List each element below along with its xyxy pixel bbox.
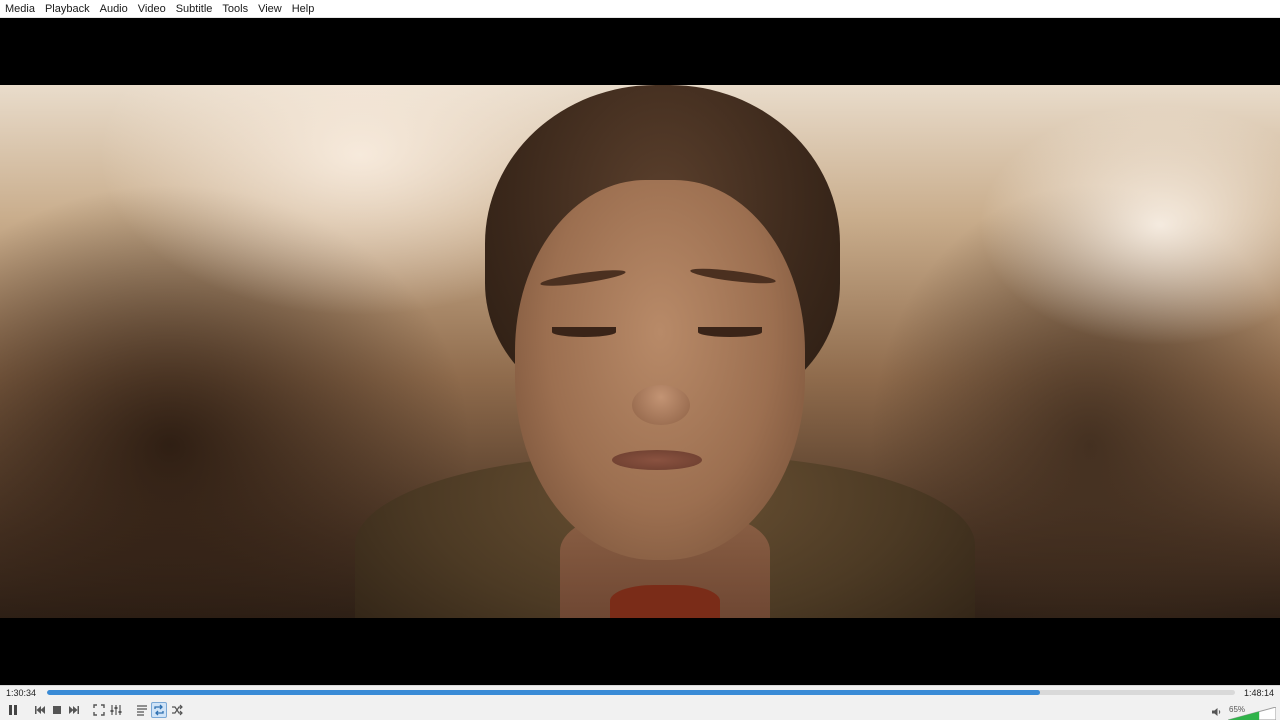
next-button[interactable] [66,702,82,718]
left-eye [552,327,616,337]
nose-shape [632,385,690,425]
mouth-shape [612,450,702,470]
fullscreen-button[interactable] [91,702,107,718]
menu-video[interactable]: Video [133,0,171,18]
shirt-shape [610,585,720,618]
video-frame [0,85,1280,618]
shuffle-button[interactable] [169,702,185,718]
playlist-button[interactable] [134,702,150,718]
seek-bar[interactable] [47,690,1235,695]
stop-icon [53,706,61,714]
previous-button[interactable] [32,702,48,718]
menu-bar: Media Playback Audio Video Subtitle Tool… [0,0,1280,18]
pause-button[interactable] [5,702,21,718]
elapsed-time: 1:30:34 [6,688,37,698]
menu-playback[interactable]: Playback [40,0,95,18]
fullscreen-icon [93,704,105,716]
menu-help[interactable]: Help [287,0,320,18]
shuffle-icon [172,704,183,716]
equalizer-icon [110,705,122,715]
seek-progress [47,690,1041,695]
loop-button[interactable] [151,702,167,718]
controls-bar: 1:30:34 1:48:14 65% [0,685,1280,720]
skip-next-icon [69,706,79,714]
menu-tools[interactable]: Tools [217,0,253,18]
volume-percent: 65% [1229,705,1246,714]
playlist-icon [137,705,147,716]
speaker-icon[interactable] [1211,707,1223,717]
extended-settings-button[interactable] [108,702,124,718]
pause-icon [9,705,17,715]
right-eye [698,327,762,337]
menu-media[interactable]: Media [0,0,40,18]
face-shape [515,180,805,560]
skip-previous-icon [35,706,45,714]
menu-view[interactable]: View [253,0,287,18]
video-display[interactable] [0,18,1280,685]
menu-subtitle[interactable]: Subtitle [171,0,218,18]
menu-audio[interactable]: Audio [95,0,133,18]
stop-button[interactable] [49,702,65,718]
loop-icon [154,704,164,716]
total-time: 1:48:14 [1243,688,1274,698]
